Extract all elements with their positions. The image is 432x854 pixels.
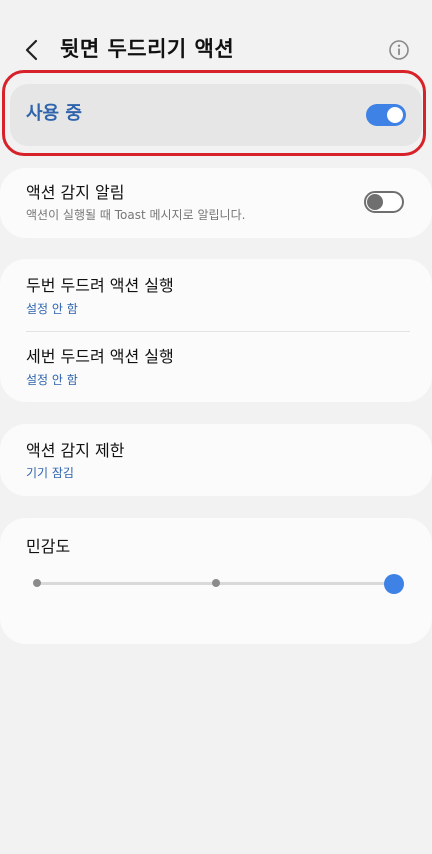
restriction-card[interactable]: 액션 감지 제한 기기 잠김 xyxy=(0,424,432,496)
page-title: 뒷면 두드리기 액션 xyxy=(60,37,235,61)
restriction-value: 기기 잠김 xyxy=(26,466,74,480)
double-tap-value: 설정 안 함 xyxy=(26,302,78,316)
toggle-knob xyxy=(367,194,383,210)
toggle-knob xyxy=(385,105,405,125)
app-bar: 뒷면 두드리기 액션 xyxy=(0,26,432,74)
master-switch-label: 사용 중 xyxy=(26,103,82,124)
master-switch-toggle[interactable] xyxy=(366,104,406,126)
slider-tick xyxy=(33,579,41,587)
notification-title: 액션 감지 알림 xyxy=(26,183,125,202)
double-tap-title: 두번 두드려 액션 실행 xyxy=(26,276,174,295)
restriction-title: 액션 감지 제한 xyxy=(26,441,125,460)
triple-tap-value: 설정 안 함 xyxy=(26,373,78,387)
triple-tap-row[interactable]: 세번 두드려 액션 실행 설정 안 함 xyxy=(0,332,432,402)
info-icon[interactable] xyxy=(388,39,410,61)
tap-actions-card: 두번 두드려 액션 실행 설정 안 함 세번 두드려 액션 실행 설정 안 함 xyxy=(0,259,432,402)
sensitivity-slider-thumb[interactable] xyxy=(384,574,404,594)
notification-subtitle: 액션이 실행될 때 Toast 메시지로 알립니다. xyxy=(26,208,246,222)
sensitivity-title: 민감도 xyxy=(26,537,71,556)
screen: 뒷면 두드리기 액션 사용 중 액션 감지 알림 액션이 실행될 때 Toast… xyxy=(0,0,432,854)
notification-card: 액션 감지 알림 액션이 실행될 때 Toast 메시지로 알립니다. xyxy=(0,168,432,238)
back-button[interactable] xyxy=(18,36,46,64)
chevron-left-icon xyxy=(25,39,38,61)
slider-tick xyxy=(212,579,220,587)
master-switch-bar[interactable]: 사용 중 xyxy=(10,84,422,146)
notification-toggle[interactable] xyxy=(364,191,404,213)
triple-tap-title: 세번 두드려 액션 실행 xyxy=(26,347,174,366)
double-tap-row[interactable]: 두번 두드려 액션 실행 설정 안 함 xyxy=(0,259,432,331)
